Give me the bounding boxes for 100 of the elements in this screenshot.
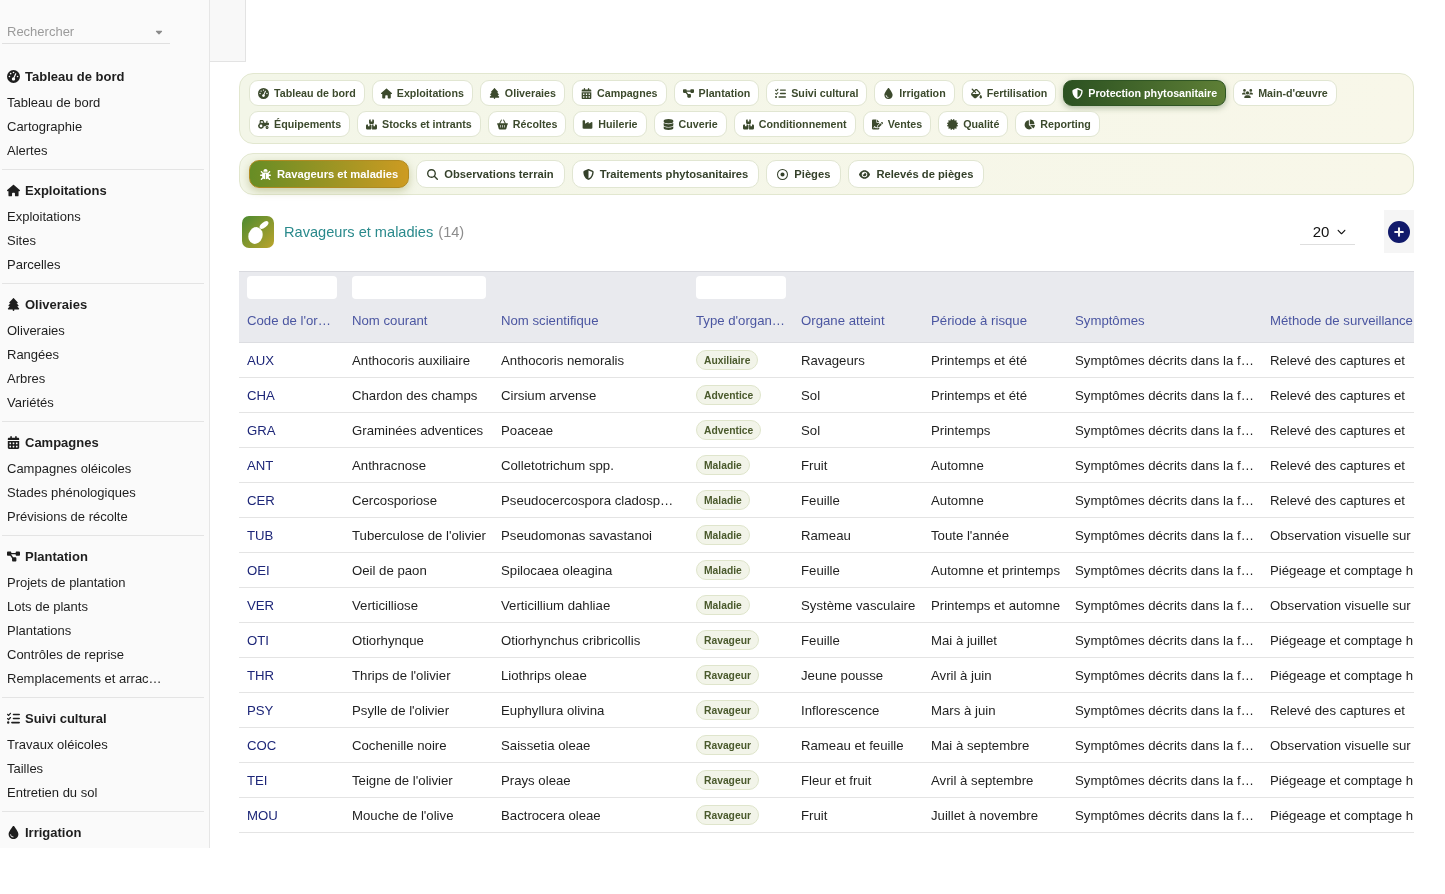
type-badge: Ravageur — [696, 735, 759, 755]
module-tab[interactable]: Reporting — [1015, 111, 1100, 137]
pie-chart-icon — [1024, 118, 1036, 130]
table-cell: Symptômes décrits dans la f… — [1067, 552, 1262, 588]
sub-tab[interactable]: Pièges — [766, 160, 842, 188]
sidebar-item[interactable]: Entretien du sol — [2, 780, 102, 804]
table-cell: Symptômes décrits dans la f… — [1067, 517, 1262, 553]
column-header[interactable]: Code de l'or… — [247, 311, 331, 331]
type-badge: Ravageur — [696, 805, 759, 825]
column-header[interactable]: Symptômes — [1075, 311, 1145, 331]
sidebar-item[interactable]: Tableau de bord — [2, 90, 105, 114]
sidebar-item[interactable]: Contrôles de reprise — [2, 642, 129, 666]
column-header[interactable]: Nom courant — [352, 311, 428, 331]
module-tab[interactable]: Stocks et intrants — [357, 111, 481, 137]
module-tab[interactable]: Plantation — [673, 80, 760, 106]
column-header[interactable]: Organe atteint — [801, 311, 885, 331]
code-link[interactable]: COC — [247, 737, 277, 753]
code-link[interactable]: THR — [247, 667, 275, 683]
table-cell: Symptômes décrits dans la f… — [1067, 587, 1262, 623]
code-link[interactable]: PSY — [247, 702, 274, 718]
sidebar-item[interactable]: Prévisions de récolte — [2, 504, 132, 528]
sidebar-item[interactable]: Cartographie — [2, 114, 87, 138]
module-tab[interactable]: Fertilisation — [961, 80, 1057, 106]
code-link[interactable]: CHA — [247, 387, 275, 403]
module-tab[interactable]: Irrigation — [874, 80, 955, 106]
olive-icon — [242, 215, 274, 248]
column-header[interactable]: Période à risque — [931, 311, 1028, 331]
signature-icon — [871, 118, 883, 130]
sidebar-item[interactable]: Sites — [2, 228, 40, 252]
sidebar-item[interactable]: Stades phénologiques — [2, 480, 140, 504]
sidebar-item[interactable]: Arbres — [2, 366, 50, 390]
sidebar-item[interactable]: Parcelles — [2, 252, 65, 276]
module-tab[interactable]: Main-d'œuvre — [1233, 80, 1337, 106]
sidebar-item[interactable]: Exploitations — [2, 204, 85, 228]
sidebar-item[interactable]: Projets de plantation — [2, 570, 130, 594]
table-cell: Rameau et feuille — [793, 727, 923, 763]
factory-icon — [582, 118, 594, 130]
calendar-icon — [580, 87, 592, 99]
search-field[interactable]: Rechercher — [2, 20, 170, 44]
module-tab[interactable]: Tableau de bord — [249, 80, 365, 106]
code-link[interactable]: GRA — [247, 422, 276, 438]
section-heading: Irrigation — [25, 824, 82, 840]
column-header[interactable]: Méthode de surveillance — [1270, 311, 1413, 331]
module-tab[interactable]: Conditionnement — [733, 111, 856, 137]
section-heading: Tableau de bord — [25, 68, 125, 84]
module-tab[interactable]: Suivi cultural — [766, 80, 868, 106]
gauge-icon — [258, 87, 269, 99]
code-link[interactable]: TUB — [247, 527, 274, 543]
module-tab[interactable]: Qualité — [938, 111, 1009, 137]
type-badge: Maladie — [696, 490, 750, 510]
type-badge: Ravageur — [696, 700, 759, 720]
sidebar-item[interactable]: Rangées — [2, 342, 64, 366]
sidebar-item[interactable]: Lots de plants — [2, 594, 92, 618]
code-link[interactable]: ANT — [247, 457, 274, 473]
table-cell: Feuille — [793, 622, 923, 658]
code-link[interactable]: MOU — [247, 807, 278, 823]
module-tab[interactable]: Huilerie — [573, 111, 647, 137]
module-tab[interactable]: Oliveraies — [479, 80, 565, 106]
sub-tab[interactable]: Relevés de pièges — [848, 160, 985, 188]
code-link[interactable]: VER — [247, 597, 275, 613]
sidebar-item[interactable]: Plantations — [2, 618, 76, 642]
table-cell: Chardon des champs — [344, 377, 493, 413]
code-link[interactable]: CER — [247, 492, 275, 508]
table-cell: Toute l'année — [923, 517, 1067, 553]
column-header[interactable]: Nom scientifique — [501, 311, 599, 331]
table-cell: Piégeage et comptage h — [1262, 797, 1414, 833]
list-title: Ravageurs et maladies (14) — [284, 223, 465, 240]
add-button[interactable] — [1384, 210, 1414, 253]
table-cell: Relevé des captures et — [1262, 482, 1414, 518]
bug-icon — [260, 168, 271, 180]
module-tab[interactable]: Récoltes — [487, 111, 567, 137]
sidebar-item[interactable]: Remplacements et arrac… — [2, 666, 166, 690]
module-tab[interactable]: Cuverie — [653, 111, 727, 137]
column-header[interactable]: Type d'organ… — [696, 311, 786, 331]
table-cell: Observation visuelle sur — [1262, 517, 1414, 553]
sidebar-item[interactable]: Tailles — [2, 756, 48, 780]
code-link[interactable]: OTI — [247, 632, 269, 648]
sidebar-item[interactable]: Oliveraies — [2, 318, 69, 342]
module-tab[interactable]: Équipements — [249, 111, 351, 137]
code-link[interactable]: AUX — [247, 352, 275, 368]
page-size-select[interactable]: 20 — [1300, 218, 1355, 245]
sidebar-item[interactable]: Alertes — [2, 138, 52, 162]
module-tab[interactable]: Ventes — [862, 111, 932, 137]
sub-tab[interactable]: Traitements phytosanitaires — [571, 160, 760, 188]
table-cell: Mai à juillet — [923, 622, 1067, 658]
code-link[interactable]: TEI — [247, 772, 268, 788]
type-badge: Maladie — [696, 595, 750, 615]
sidebar-item[interactable]: Campagnes oléicoles — [2, 456, 136, 480]
table-cell: Saissetia oleae — [493, 727, 688, 763]
module-tab[interactable]: Exploitations — [371, 80, 473, 106]
table-cell: Piégeage et comptage h — [1262, 622, 1414, 658]
table-cell: Symptômes décrits dans la f… — [1067, 342, 1262, 378]
sidebar-item[interactable]: Variétés — [2, 390, 58, 414]
code-link[interactable]: OEI — [247, 562, 270, 578]
module-tab[interactable]: Campagnes — [571, 80, 667, 106]
sidebar-item[interactable]: Travaux oléicoles — [2, 732, 112, 756]
sub-tab[interactable]: Observations terrain — [416, 160, 565, 188]
module-tab[interactable]: Protection phytosanitaire — [1063, 80, 1227, 106]
table-cell: Relevé des captures et — [1262, 692, 1414, 728]
boxes-icon — [366, 118, 378, 130]
